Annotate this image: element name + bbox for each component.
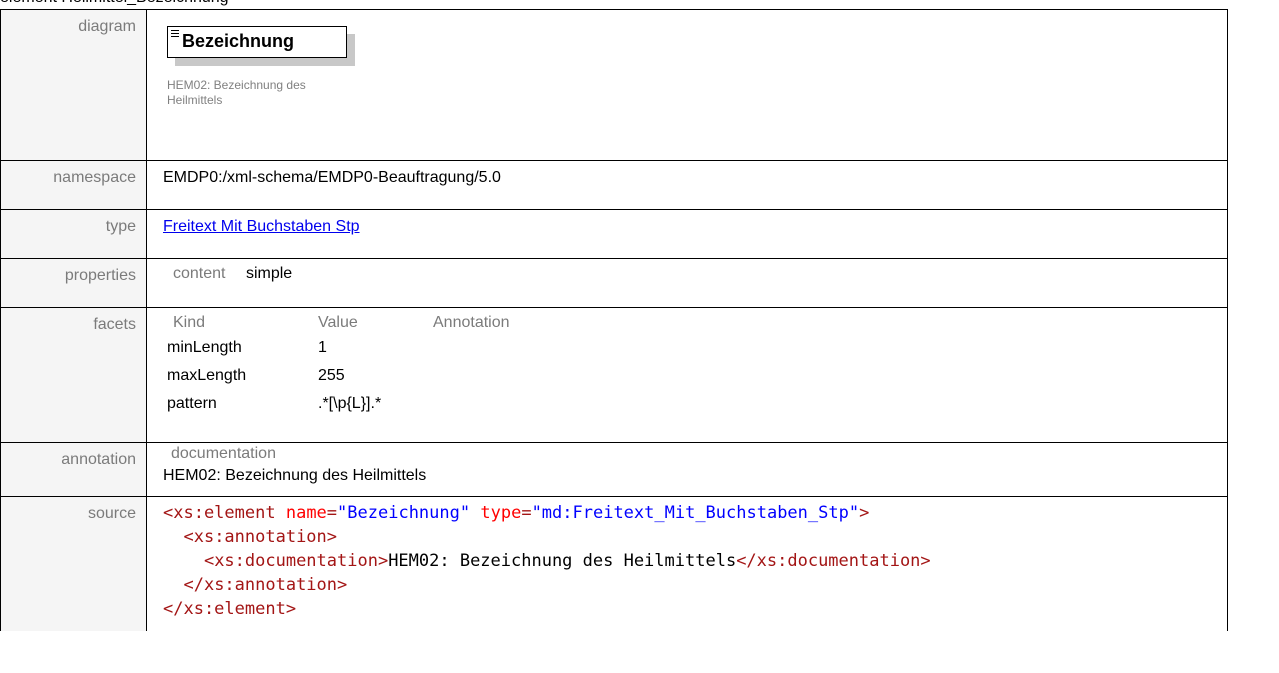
facets-header-annotation: Annotation: [433, 314, 510, 331]
annotation-text: HEM02: Bezeichnung des Heilmittels: [163, 467, 427, 484]
row-diagram: diagram Bezeichnung HEM02: Bezeichnung d…: [0, 9, 1228, 161]
row-label: facets: [0, 307, 147, 443]
row-label: annotation: [0, 442, 147, 497]
row-facets: facets Kind Value Annotation minLength 1…: [0, 307, 1228, 443]
row-label: source: [0, 496, 147, 631]
facet-row: minLength 1: [167, 334, 510, 362]
element-diagram[interactable]: Bezeichnung: [167, 26, 355, 66]
facet-kind: pattern: [167, 395, 217, 412]
facet-annotation: [433, 362, 510, 390]
facet-value: 1: [318, 339, 327, 356]
source-code: <xs:element name="Bezeichnung" type="md:…: [163, 503, 931, 619]
row-properties: properties content simple: [0, 258, 1228, 308]
row-type: type Freitext Mit Buchstaben Stp: [0, 209, 1228, 259]
row-source: source <xs:element name="Bezeichnung" ty…: [0, 496, 1228, 631]
row-annotation: annotation documentation HEM02: Bezeichn…: [0, 442, 1228, 497]
facet-value: 255: [318, 367, 345, 384]
element-title: element Heilmittel_Bezeichnung: [0, 0, 229, 9]
annotation-head: documentation: [171, 445, 276, 462]
facet-annotation: [433, 334, 510, 362]
diagram-doc-text: HEM02: Bezeichnung des Heilmittels: [167, 78, 306, 107]
property-value: simple: [245, 265, 293, 282]
facets-header-kind: Kind: [173, 314, 206, 331]
diagram-cell: Bezeichnung HEM02: Bezeichnung des Heilm…: [146, 9, 1228, 161]
facets-header-value: Value: [318, 314, 358, 331]
type-link[interactable]: Freitext Mit Buchstaben Stp: [163, 218, 360, 235]
property-key: content: [173, 265, 226, 282]
row-label: properties: [0, 258, 147, 308]
element-lines-icon: [171, 30, 179, 39]
facet-row: pattern .*[\p{L}].*: [167, 390, 510, 418]
facets-table: Kind Value Annotation minLength 1 maxLen…: [167, 312, 510, 418]
facet-value: .*[\p{L}].*: [318, 395, 382, 412]
diagram-element-name: Bezeichnung: [182, 31, 295, 51]
facet-row: maxLength 255: [167, 362, 510, 390]
facet-annotation: [433, 390, 510, 418]
row-label: diagram: [0, 9, 147, 161]
namespace-value: EMDP0:/xml-schema/EMDP0-Beauftragung/5.0: [163, 169, 501, 186]
facet-kind: minLength: [167, 339, 242, 356]
row-namespace: namespace EMDP0:/xml-schema/EMDP0-Beauft…: [0, 160, 1228, 210]
row-label: namespace: [0, 160, 147, 210]
row-label: type: [0, 209, 147, 259]
facet-kind: maxLength: [167, 367, 247, 384]
element-doc-table: diagram Bezeichnung HEM02: Bezeichnung d…: [0, 9, 1228, 631]
